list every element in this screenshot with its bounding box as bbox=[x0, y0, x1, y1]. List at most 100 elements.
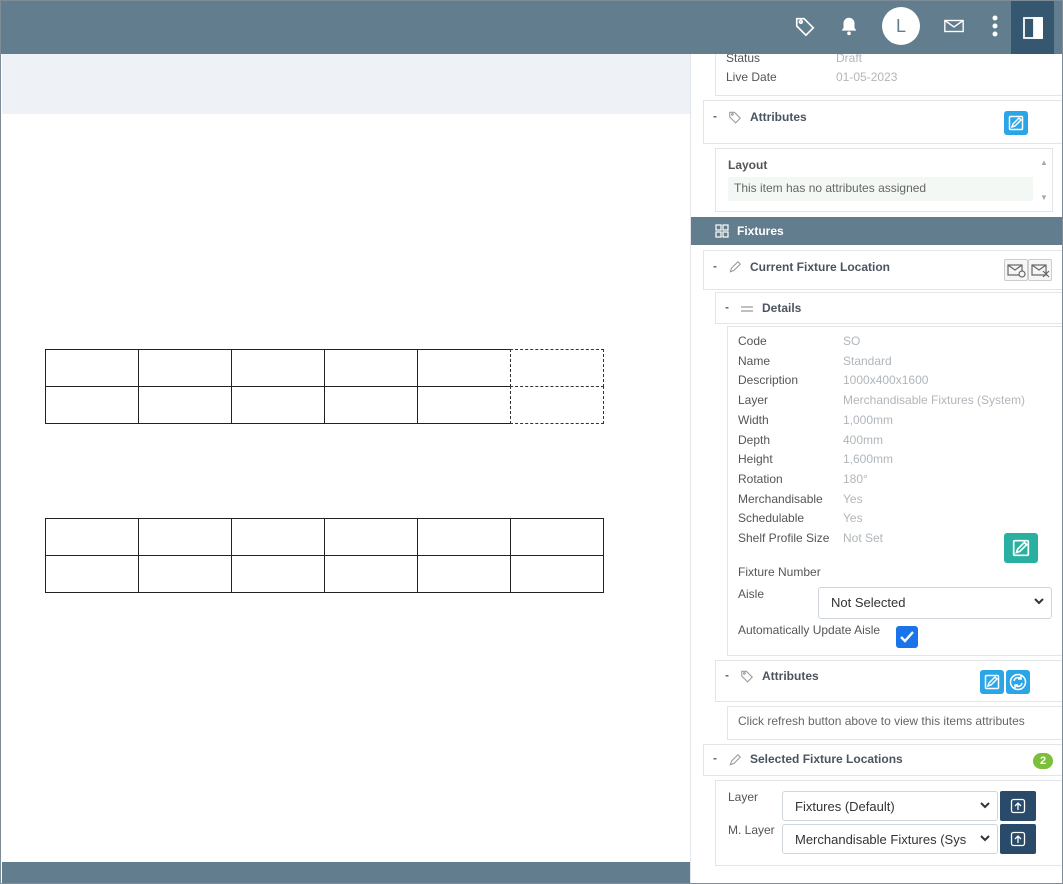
detail-value: 1,600mm bbox=[843, 452, 894, 467]
fixture-cell[interactable] bbox=[231, 555, 325, 593]
refresh-attributes-button[interactable] bbox=[1006, 670, 1030, 694]
collapse-toggle[interactable]: - bbox=[713, 751, 717, 765]
fixture-cell[interactable] bbox=[231, 386, 325, 424]
detail-value: Standard bbox=[843, 353, 892, 368]
mail-icon bbox=[1007, 264, 1026, 278]
more-vertical-icon[interactable] bbox=[980, 11, 1010, 41]
collapse-toggle[interactable]: - bbox=[725, 300, 729, 314]
edit-details-button[interactable] bbox=[1004, 533, 1038, 563]
edit-attributes-button[interactable] bbox=[1004, 111, 1028, 135]
fixture-cell[interactable] bbox=[45, 555, 139, 593]
fixture-cell[interactable] bbox=[417, 518, 511, 556]
fixture-row[interactable] bbox=[45, 349, 604, 387]
fixture-cell[interactable] bbox=[324, 349, 418, 387]
detail-label: Layer bbox=[738, 393, 769, 408]
upload-icon bbox=[1010, 798, 1026, 814]
upload-icon bbox=[1010, 831, 1026, 847]
fixture-cell[interactable] bbox=[138, 349, 232, 387]
selected-count-badge: 2 bbox=[1033, 753, 1053, 769]
live-date-value: 01-05-2023 bbox=[836, 70, 898, 84]
scroll-up-icon[interactable]: ▲ bbox=[1040, 158, 1050, 168]
detail-value: SO bbox=[843, 334, 861, 348]
bell-icon[interactable] bbox=[834, 11, 864, 41]
fixture-attributes-title: Attributes bbox=[762, 669, 819, 683]
collapse-toggle[interactable]: - bbox=[713, 259, 717, 273]
bottom-bar bbox=[2, 862, 690, 883]
detail-label: Name bbox=[738, 353, 771, 368]
fixture-number-label: Fixture Number bbox=[738, 565, 821, 579]
scroll-down-icon[interactable]: ▼ bbox=[1040, 193, 1050, 203]
detail-label: Depth bbox=[738, 432, 771, 447]
fixture-cell[interactable] bbox=[510, 518, 604, 556]
fixture-cell[interactable] bbox=[45, 386, 139, 424]
fixture-cell[interactable] bbox=[324, 555, 418, 593]
m-layer-select-value: Merchandisable Fixtures (Sys bbox=[795, 832, 967, 847]
fixture-cell[interactable] bbox=[324, 386, 418, 424]
aisle-select[interactable]: Not Selected bbox=[818, 587, 1052, 619]
chevron-down-icon bbox=[980, 802, 990, 809]
fixture-row[interactable] bbox=[45, 386, 604, 424]
fixture-cell-selected[interactable] bbox=[510, 349, 604, 387]
toolbar-strip bbox=[2, 54, 690, 114]
layout-label: Layout bbox=[728, 158, 768, 172]
fixture-cell[interactable] bbox=[138, 518, 232, 556]
avatar[interactable]: L bbox=[882, 7, 920, 45]
layer-apply-button[interactable] bbox=[1000, 791, 1036, 821]
properties-panel: Status Draft Live Date 01-05-2023 - Attr… bbox=[690, 54, 1062, 883]
mail-icon bbox=[1031, 264, 1050, 278]
fixture-cell[interactable] bbox=[138, 555, 232, 593]
mail-icon[interactable] bbox=[939, 11, 969, 41]
current-fixture-header: - Current Fixture Location bbox=[703, 250, 1062, 290]
fixture-cell[interactable] bbox=[45, 518, 139, 556]
fixtures-section-header[interactable]: Fixtures bbox=[691, 217, 1062, 245]
detail-label: Shelf Profile Size bbox=[738, 531, 830, 545]
fixture-cell[interactable] bbox=[510, 555, 604, 593]
detail-value: 180° bbox=[843, 471, 868, 486]
fixture-cell[interactable] bbox=[231, 518, 325, 556]
collapse-toggle[interactable]: - bbox=[725, 668, 729, 682]
details-box: Code SO Name Standard Description 1000x400x16… bbox=[727, 326, 1062, 656]
chevron-down-icon bbox=[1034, 598, 1044, 605]
m-layer-select[interactable]: Merchandisable Fixtures (Sys bbox=[782, 824, 998, 854]
edit-icon bbox=[984, 674, 1000, 690]
layer-select[interactable]: Fixtures (Default) bbox=[782, 791, 998, 821]
panel-toggle-icon[interactable] bbox=[1011, 1, 1054, 54]
collapse-toggle[interactable]: - bbox=[713, 109, 717, 123]
auto-update-aisle-checkbox[interactable] bbox=[896, 626, 918, 648]
fixture-cell[interactable] bbox=[45, 349, 139, 387]
status-label: Status bbox=[726, 54, 761, 65]
menu-icon bbox=[741, 306, 753, 312]
avatar-initial: L bbox=[895, 15, 906, 36]
edit-fixture-attributes-button[interactable] bbox=[980, 670, 1004, 694]
no-attributes-message: This item has no attributes assigned bbox=[728, 177, 1033, 201]
detail-label: Width bbox=[738, 412, 769, 427]
detail-value: Merchandisable Fixtures (System) bbox=[843, 393, 1026, 408]
detail-value: Yes bbox=[843, 511, 863, 526]
grid-icon bbox=[715, 224, 729, 238]
detail-value: 400mm bbox=[843, 432, 884, 447]
fixture-cell[interactable] bbox=[138, 386, 232, 424]
layout-canvas[interactable] bbox=[2, 114, 690, 862]
fixture-row[interactable] bbox=[45, 555, 604, 593]
live-date-label: Live Date bbox=[726, 70, 777, 84]
refresh-hint: Click refresh button above to view this … bbox=[738, 714, 1025, 728]
fixtures-title: Fixtures bbox=[737, 224, 784, 238]
fixture-row[interactable] bbox=[45, 518, 604, 556]
tag-icon[interactable] bbox=[790, 11, 820, 41]
fixture-cell[interactable] bbox=[417, 555, 511, 593]
fixture-cell[interactable] bbox=[324, 518, 418, 556]
m-layer-apply-button[interactable] bbox=[1000, 824, 1036, 854]
fixture-cell[interactable] bbox=[417, 386, 511, 424]
current-fixture-title: Current Fixture Location bbox=[750, 260, 891, 274]
fixture-cell[interactable] bbox=[417, 349, 511, 387]
mail-add-button[interactable] bbox=[1004, 259, 1028, 281]
status-value: Draft bbox=[836, 54, 863, 65]
attributes-title: Attributes bbox=[750, 110, 807, 124]
fixture-cell-selected[interactable] bbox=[510, 386, 604, 424]
fixture-cell[interactable] bbox=[231, 349, 325, 387]
tag-icon bbox=[741, 670, 753, 683]
mail-remove-button[interactable] bbox=[1028, 259, 1052, 281]
layer-label: Layer bbox=[728, 790, 759, 804]
top-bar: L bbox=[1, 1, 1062, 54]
aisle-select-value: Not Selected bbox=[831, 595, 906, 610]
